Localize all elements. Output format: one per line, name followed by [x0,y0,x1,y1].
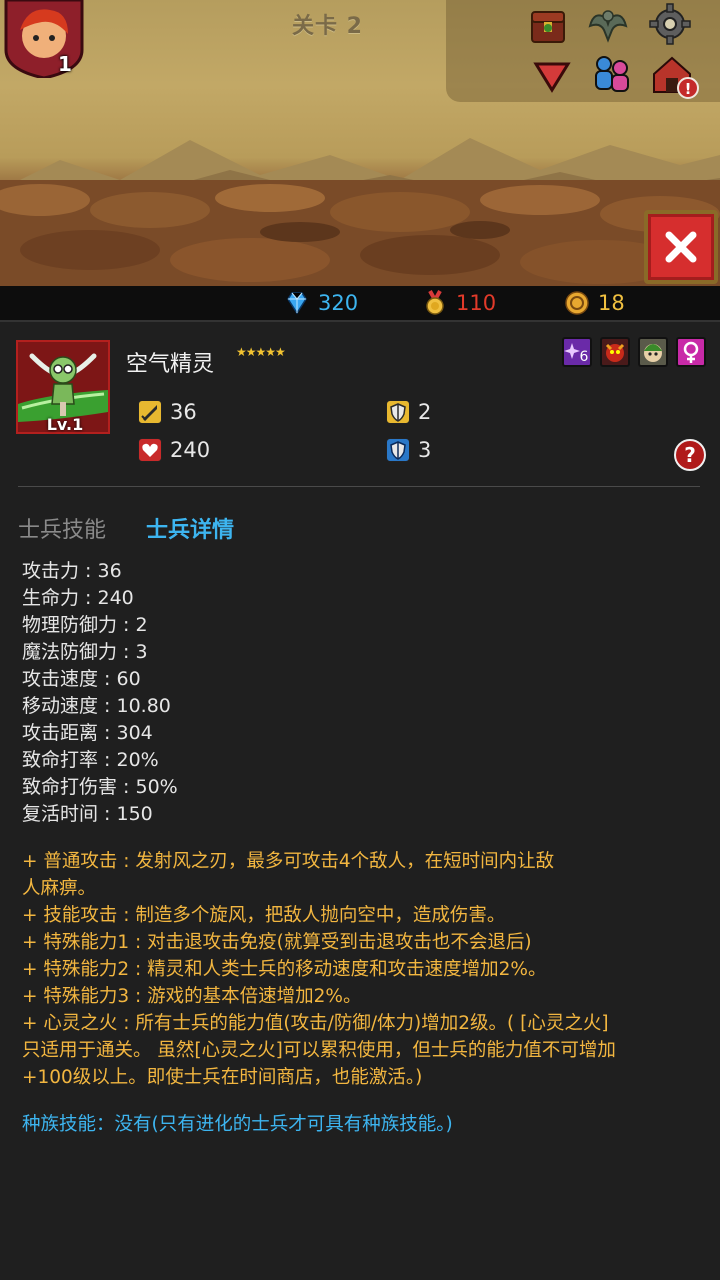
rocky-ground [0,180,720,286]
coin-count: 18 [598,291,625,315]
dropdown-triangle-icon[interactable] [530,54,574,98]
ability-line: 人麻痹。 [22,878,97,899]
physical-shield-icon [386,400,410,424]
medal-counter: 110 [422,290,496,316]
attribute-line: 攻击力 : 36 [22,560,122,582]
tag-count: 6 [580,349,589,365]
ability-list: + 普通攻击 : 发射风之刃，最多可攻击4个敌人，在短时间内让敌 人麻痹。 + … [22,848,712,1091]
elf-race-tag[interactable] [638,337,668,367]
female-gender-tag[interactable] [676,337,706,367]
ability-line: +100级以上。即使士兵在时间商店，也能激活。) [22,1067,423,1088]
attribute-line: 攻击速度 : 60 [22,668,141,690]
unit-star-rating: ★★★★★ [236,345,286,359]
gold-coin-icon [565,291,589,315]
demon-face-icon [605,343,625,362]
unit-name: 空气精灵 [126,352,215,377]
elf-face-icon [644,344,662,362]
attribute-line: 生命力 : 240 [22,587,134,609]
hp-value: 240 [170,438,211,462]
attribute-line: 致命打伤害 : 50% [22,776,178,798]
level-title: 关卡 2 [292,14,363,39]
medal-count: 110 [456,291,497,315]
demon-tag[interactable] [600,337,630,367]
magic-shield-icon [386,438,410,462]
heart-icon [138,438,162,462]
attribute-line: 移动速度 : 10.80 [22,695,171,717]
tab-unit-details[interactable]: 士兵详情 [146,512,234,544]
help-button[interactable]: ? [674,439,706,471]
ability-line: + 心灵之火 : 所有士兵的能力值(攻击/防御/体力)增加2级。( [心灵之火] [22,1013,609,1034]
ability-line: + 特殊能力1 : 对击退攻击免疫(就算受到击退攻击也不会退后) [22,932,532,953]
ability-line: + 普通攻击 : 发射风之刃，最多可攻击4个敌人，在短时间内让敌 [22,851,555,872]
diamond-icon [287,292,307,315]
hp-stat: 240 [138,438,210,462]
female-symbol-icon [683,341,699,363]
gem-counter: 320 [284,290,358,316]
coin-counter: 18 [564,290,625,316]
attribute-line: 魔法防御力 : 3 [22,641,148,663]
game-scene: 关卡 2 1 ! [0,0,720,286]
gem-count: 320 [318,291,359,315]
hero-level: 1 [58,52,72,76]
race-skill-text: 种族技能：没有(只有进化的士兵才可具有种族技能。) [22,1114,453,1135]
attribute-line: 攻击距离 : 304 [22,722,153,744]
attribute-line: 物理防御力 : 2 [22,614,148,636]
close-button[interactable] [644,210,718,284]
attack-stat: 36 [138,400,197,424]
sword-icon [138,400,162,424]
attribute-line: 致命打率 : 20% [22,749,159,771]
attribute-list: 攻击力 : 36 生命力 : 240 物理防御力 : 2 魔法防御力 : 3 攻… [22,556,178,826]
close-icon [665,231,697,263]
treasure-chest-icon[interactable] [526,4,570,48]
home-alert-icon[interactable]: ! [650,52,702,100]
magic-tag[interactable]: 6 [562,337,592,367]
friends-icon[interactable] [590,52,634,96]
hero-avatar-badge[interactable]: 1 [4,0,84,80]
attack-value: 36 [170,400,197,424]
ability-line: 只适用于通关。 虽然[心灵之火]可以累积使用，但士兵的能力值不可增加 [22,1040,616,1061]
unit-level: Lv.1 [46,415,84,434]
physical-defense-value: 2 [418,400,432,424]
medal-icon [426,290,444,315]
section-divider [18,486,700,487]
ability-line: + 特殊能力3 : 游戏的基本倍速增加2%。 [22,986,362,1007]
ability-line: + 特殊能力2 : 精灵和人类士兵的移动速度和攻击速度增加2%。 [22,959,547,980]
resource-bar: 320 110 18 [0,286,720,322]
unit-portrait: Lv.1 [16,340,110,434]
settings-gear-icon[interactable] [648,2,692,46]
magic-defense-value: 3 [418,438,432,462]
physical-defense-stat: 2 [386,400,431,424]
tab-unit-skills[interactable]: 士兵技能 [18,512,106,544]
hero-avatar-icon [4,0,84,80]
magic-defense-stat: 3 [386,438,431,462]
attribute-line: 复活时间 : 150 [22,803,153,825]
winged-angel-icon[interactable] [586,4,630,48]
ability-line: + 技能攻击 : 制造多个旋风，把敌人抛向空中，造成伤害。 [22,905,506,926]
svg-text:!: ! [685,80,692,98]
magic-sparkle-icon: 6 [564,343,589,365]
